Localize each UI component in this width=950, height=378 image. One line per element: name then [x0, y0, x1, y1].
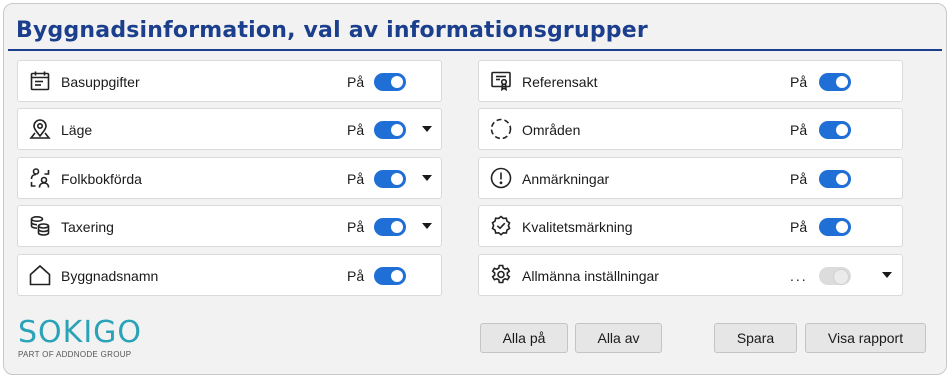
byggnadsnamn-toggle[interactable]	[374, 267, 406, 285]
item-anmarkningar: Anmärkningar På	[478, 157, 903, 199]
chevron-down-icon[interactable]	[422, 126, 432, 132]
item-state: På	[347, 171, 365, 187]
allmanna-installningar-toggle[interactable]	[819, 267, 851, 285]
people-icon	[28, 166, 52, 190]
taxering-toggle[interactable]	[374, 218, 406, 236]
chevron-down-icon[interactable]	[882, 272, 892, 278]
logo-name: SOKIGO	[18, 315, 143, 350]
map-pin-icon	[28, 117, 52, 141]
item-label: Basuppgifter	[61, 74, 140, 90]
item-referensakt: Referensakt På	[478, 60, 903, 102]
item-basuppgifter: Basuppgifter På	[17, 60, 442, 102]
item-label: Folkbokförda	[61, 171, 142, 187]
house-icon	[28, 263, 52, 287]
folkbokforda-toggle[interactable]	[374, 170, 406, 188]
title-divider	[8, 49, 942, 51]
dialog-title: Byggnadsinformation, val av informations…	[16, 18, 648, 43]
anmarkningar-toggle[interactable]	[819, 170, 851, 188]
sokigo-logo: SOKIGO PART OF ADDNODE GROUP	[18, 315, 143, 360]
item-state: På	[790, 219, 808, 235]
item-state: ...	[790, 268, 808, 284]
all-off-button[interactable]: Alla av	[575, 323, 662, 353]
logo-tagline: PART OF ADDNODE GROUP	[18, 350, 132, 359]
referensakt-toggle[interactable]	[819, 73, 851, 91]
item-state: På	[790, 74, 808, 90]
chevron-down-icon[interactable]	[422, 223, 432, 229]
omraden-toggle[interactable]	[819, 121, 851, 139]
item-taxering: Taxering På	[17, 205, 442, 247]
item-label: Allmänna inställningar	[522, 268, 659, 284]
item-label: Taxering	[61, 219, 114, 235]
item-label: Byggnadsnamn	[61, 268, 159, 284]
item-label: Anmärkningar	[522, 171, 610, 187]
basuppgifter-toggle[interactable]	[374, 73, 406, 91]
alert-circle-icon	[489, 166, 513, 190]
item-state: På	[347, 219, 365, 235]
item-omraden: Områden På	[478, 108, 903, 150]
item-state: På	[347, 122, 365, 138]
item-label: Kvalitetsmärkning	[522, 219, 633, 235]
calendar-list-icon	[28, 69, 52, 93]
badge-check-icon	[489, 214, 513, 238]
all-on-button[interactable]: Alla på	[480, 323, 568, 353]
chevron-down-icon[interactable]	[422, 175, 432, 181]
gear-icon	[489, 263, 513, 287]
item-folkbokforda: Folkbokförda På	[17, 157, 442, 199]
lage-toggle[interactable]	[374, 121, 406, 139]
item-label: Referensakt	[522, 74, 598, 90]
item-byggnadsnamn: Byggnadsnamn På	[17, 254, 442, 296]
coin-stack-icon	[28, 214, 52, 238]
item-label: Läge	[61, 122, 93, 138]
item-label: Områden	[522, 122, 581, 138]
save-button[interactable]: Spara	[714, 323, 797, 353]
item-lage: Läge På	[17, 108, 442, 150]
item-state: På	[790, 171, 808, 187]
kvalitetsmarkning-toggle[interactable]	[819, 218, 851, 236]
item-allmanna-installningar: Allmänna inställningar ...	[478, 254, 903, 296]
certificate-icon	[489, 69, 513, 93]
item-kvalitetsmarkning: Kvalitetsmärkning På	[478, 205, 903, 247]
show-report-button[interactable]: Visa rapport	[805, 323, 926, 353]
item-state: På	[790, 122, 808, 138]
item-state: På	[347, 268, 365, 284]
item-state: På	[347, 74, 365, 90]
dashed-circle-icon	[489, 117, 513, 141]
